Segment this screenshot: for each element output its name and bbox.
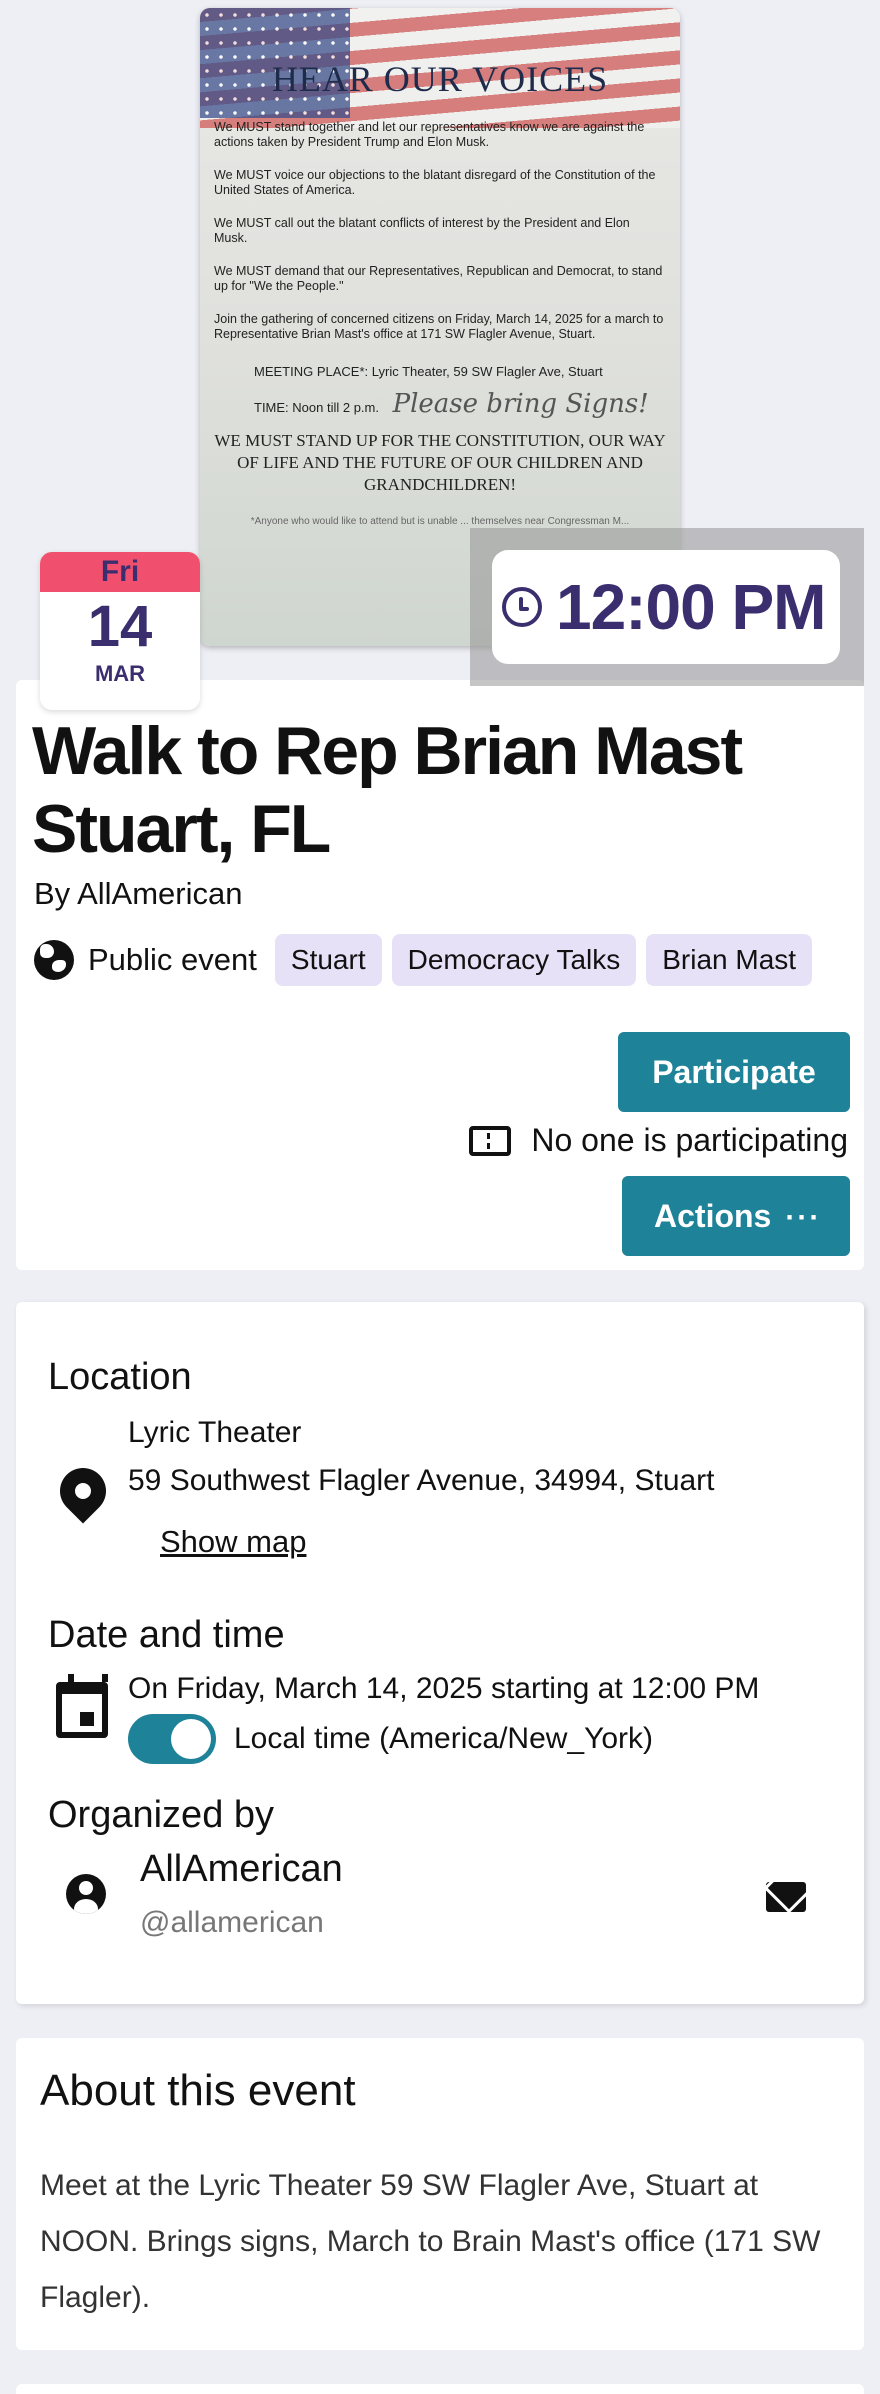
venue-address: 59 Southwest Flagler Avenue, 34994, Stua… — [128, 1464, 715, 1497]
time-badge: 12:00 PM — [492, 550, 840, 664]
flyer-meeting-place: MEETING PLACE*: Lyric Theater, 59 SW Fla… — [254, 364, 603, 379]
time-badge-text: 12:00 PM — [556, 571, 826, 643]
ticket-icon — [469, 1125, 512, 1156]
organizer-handle: @allamerican — [140, 1906, 324, 1939]
flyer-paragraph: We MUST demand that our Representatives,… — [214, 264, 663, 293]
flyer-title: HEAR OUR VOICES — [271, 59, 609, 99]
date-badge: Fri 14 MAR — [40, 552, 200, 710]
tag-brian-mast[interactable]: Brian Mast — [646, 934, 813, 986]
datetime-heading: Date and time — [48, 1614, 285, 1656]
flyer-handwriting: Please bring Signs! — [392, 389, 649, 419]
date-badge-weekday: Fri — [40, 552, 200, 592]
event-header-card: Walk to Rep Brian Mast Stuart, FL By All… — [16, 680, 864, 1270]
clock-icon — [502, 587, 542, 627]
local-time-toggle[interactable] — [128, 1714, 216, 1764]
local-time-label: Local time (America/New_York) — [234, 1722, 654, 1755]
participants-text: No one is participating — [531, 1122, 848, 1158]
venue-name: Lyric Theater — [128, 1416, 302, 1449]
tag-democracy-talks[interactable]: Democracy Talks — [391, 934, 637, 986]
visibility-label: Public event — [88, 942, 257, 977]
event-details-card: Location Lyric Theater 59 Southwest Flag… — [16, 1302, 864, 2004]
globe-icon — [34, 940, 74, 980]
flyer-time-row: TIME: Noon till 2 p.m. Please bring Sign… — [254, 389, 666, 420]
event-byline: By AllAmerican — [34, 876, 243, 911]
about-event-card: About this event Meet at the Lyric Theat… — [16, 2038, 864, 2350]
flyer-paragraph: We MUST voice our objections to the blat… — [214, 168, 656, 197]
mail-icon[interactable] — [766, 1882, 806, 1912]
datetime-text: On Friday, March 14, 2025 starting at 12… — [128, 1672, 760, 1705]
show-map-link[interactable]: Show map — [160, 1524, 306, 1560]
organized-by-heading: Organized by — [48, 1794, 275, 1836]
calendar-icon — [56, 1674, 108, 1738]
pin-icon — [50, 1458, 116, 1524]
participate-button[interactable]: Participate — [618, 1032, 850, 1112]
toggle-knob — [171, 1719, 211, 1759]
flyer-time: TIME: Noon till 2 p.m. — [254, 400, 379, 415]
about-description: Meet at the Lyric Theater 59 SW Flagler … — [40, 2169, 821, 2314]
next-card-edge — [16, 2384, 864, 2394]
actions-button[interactable]: Actions ··· — [622, 1176, 850, 1256]
flyer-paragraph: We MUST stand together and let our repre… — [214, 120, 645, 149]
date-badge-month: MAR — [94, 661, 146, 686]
organizer-name[interactable]: AllAmerican — [140, 1848, 343, 1891]
location-heading: Location — [48, 1356, 192, 1398]
flyer-must-statement: WE MUST STAND UP FOR THE CONSTITUTION, O… — [214, 431, 666, 494]
local-time-row: Local time (America/New_York) — [128, 1714, 653, 1764]
flyer-footnote: *Anyone who would like to attend but is … — [250, 516, 630, 527]
more-dots-icon: ··· — [785, 1201, 822, 1234]
flyer-paragraph: We MUST call out the blatant conflicts o… — [214, 216, 630, 245]
event-title: Walk to Rep Brian Mast Stuart, FL — [32, 713, 743, 867]
actions-label: Actions — [654, 1198, 772, 1234]
person-icon — [66, 1874, 106, 1914]
flyer-content: HEAR OUR VOICES We MUST stand together a… — [210, 58, 670, 527]
flyer-paragraph: Join the gathering of concerned citizens… — [214, 312, 664, 341]
event-tags-row: Public event Stuart Democracy Talks Bria… — [34, 934, 822, 986]
participants-status: No one is participating — [469, 1122, 848, 1159]
about-heading: About this event — [40, 2066, 356, 2115]
tag-stuart[interactable]: Stuart — [274, 934, 382, 986]
date-badge-day: 14 — [87, 594, 153, 659]
